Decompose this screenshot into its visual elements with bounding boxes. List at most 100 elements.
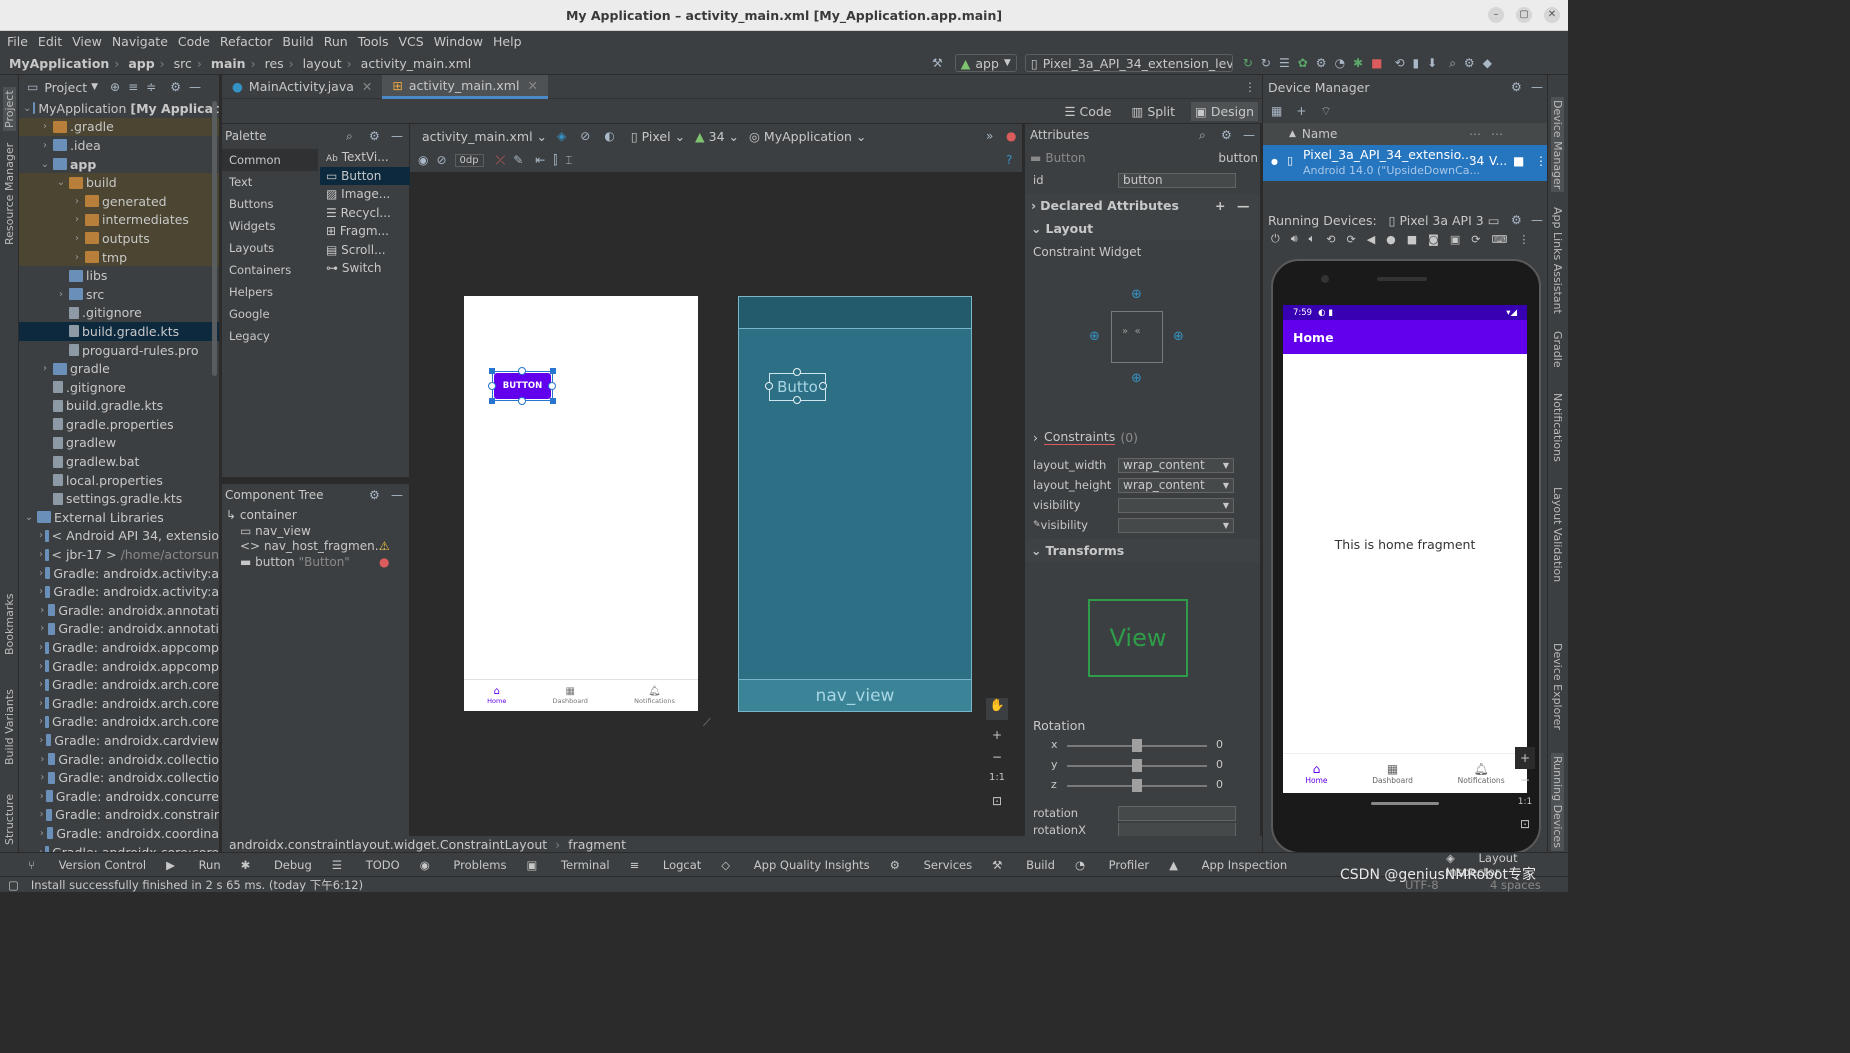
layout-file-dropdown[interactable]: activity_main.xml ⌄ xyxy=(422,129,547,144)
project-tree-item[interactable]: build.gradle.kts xyxy=(19,322,219,341)
blueprint-toggle-icon[interactable]: ⊘ xyxy=(580,129,590,143)
running-devices-tool-button[interactable]: Running Devices xyxy=(1551,753,1564,851)
slider-thumb[interactable] xyxy=(1132,779,1142,792)
chevron-icon[interactable]: › xyxy=(55,289,67,300)
project-tree-item[interactable]: › Gradle: androidx.coordina xyxy=(19,824,219,843)
ctree-item-nav-view[interactable]: ▭ nav_view xyxy=(226,524,386,540)
design-mode-button[interactable]: ▣ Design xyxy=(1191,102,1258,121)
slider-thumb[interactable] xyxy=(1132,739,1142,752)
crumb-project[interactable]: MyApplication xyxy=(9,56,109,71)
power-icon[interactable]: ⏻ xyxy=(1271,232,1280,246)
declared-attributes-section[interactable]: › Declared Attributes + — xyxy=(1025,194,1260,217)
todo-tool[interactable]: ☰ TODO xyxy=(332,858,400,872)
layout-width-dropdown[interactable]: wrap_content ▼ xyxy=(1118,457,1234,473)
menu-code[interactable]: Code xyxy=(178,34,210,49)
gradle-sync-icon[interactable]: ⟲ xyxy=(1394,56,1404,70)
project-tree-item[interactable]: › Gradle: androidx.activity:a xyxy=(19,582,219,601)
canvas-error-icon[interactable]: ● xyxy=(1006,129,1016,143)
project-tree-item[interactable]: ›Gradle: androidx.core:core xyxy=(19,843,219,852)
profiler-tool[interactable]: ◔ Profiler xyxy=(1075,858,1149,872)
volume-up-icon[interactable]: 🔊︎ xyxy=(1291,232,1298,246)
chevron-icon[interactable]: ⌄ xyxy=(55,177,67,188)
design-preview[interactable]: BUTTON ⌂ Home ▦ Dashboard 🔔︎ Notifications xyxy=(464,296,698,711)
device-dropdown[interactable]: ▯ Pixel_3a_API_34_extension_lev xyxy=(1024,54,1233,72)
ctree-item-container[interactable]: ↳ container xyxy=(226,508,386,524)
notifications-tool-button[interactable]: Notifications xyxy=(1551,393,1564,462)
blueprint-anchor-top[interactable] xyxy=(793,368,801,376)
chevron-icon[interactable]: › xyxy=(39,568,43,579)
api-level-dropdown[interactable]: ▲ 34 ⌄ xyxy=(695,129,739,144)
resize-corner-icon[interactable]: ⟋ xyxy=(703,716,715,729)
crumb-src[interactable]: src xyxy=(174,56,192,71)
palette-hide-icon[interactable]: — xyxy=(391,129,403,143)
chevron-icon[interactable]: › xyxy=(39,679,43,690)
crumb-main[interactable]: main xyxy=(211,56,246,71)
design-surface-icon[interactable]: ◈ xyxy=(557,129,566,143)
attributes-settings-icon[interactable]: ⚙ xyxy=(1221,128,1232,142)
device-menu-icon[interactable]: ⋮ xyxy=(1535,154,1547,168)
chevron-icon[interactable]: › xyxy=(39,772,46,783)
baseline-icon[interactable]: ⌶ xyxy=(565,153,572,168)
app-quality-tool[interactable]: ◇ App Quality Insights xyxy=(721,858,869,872)
services-tool[interactable]: ⚙ Services xyxy=(890,858,972,872)
phone-nav-dashboard[interactable]: ▦ Dashboard xyxy=(1372,762,1413,785)
project-tree-item[interactable]: › gradle xyxy=(19,359,219,378)
project-title[interactable]: Project xyxy=(44,80,87,95)
project-tree-item[interactable]: settings.gradle.kts xyxy=(19,489,219,508)
zoom-out-icon[interactable]: − xyxy=(986,750,1008,772)
layout-height-dropdown[interactable]: wrap_content ▼ xyxy=(1118,477,1234,493)
resize-handle[interactable] xyxy=(489,398,495,404)
chevron-icon[interactable]: › xyxy=(71,233,83,244)
structure-tool-button[interactable]: Structure xyxy=(3,794,16,845)
blueprint-anchor-left[interactable] xyxy=(765,382,773,390)
expand-icon[interactable]: » xyxy=(986,129,993,143)
run-config-dropdown[interactable]: ▲ app ▼ xyxy=(954,54,1017,72)
phone-nav-home[interactable]: ⌂ Home xyxy=(1305,762,1327,785)
attach-icon[interactable]: ⚙ xyxy=(1316,56,1327,70)
more-icon[interactable]: ⋮ xyxy=(1518,233,1529,246)
chevron-icon[interactable]: › xyxy=(39,623,46,634)
settings-icon[interactable]: ⚙ xyxy=(1464,56,1475,70)
chevron-icon[interactable]: › xyxy=(39,791,44,802)
palette-cat-legacy[interactable]: Legacy xyxy=(222,325,318,347)
tab-activity-main[interactable]: ⊞ activity_main.xml ✕ xyxy=(382,74,548,99)
project-tree-item[interactable]: › < jbr-17 >/home/actorsun xyxy=(19,545,219,564)
rerun-icon[interactable]: ↻ xyxy=(1243,56,1253,70)
add-attribute-icon[interactable]: + xyxy=(1215,198,1225,213)
hide-icon[interactable]: — xyxy=(189,80,201,94)
palette-item-recyclerview[interactable]: ☰ Recycl... xyxy=(320,204,410,223)
stop-device-icon[interactable]: ■ xyxy=(1513,154,1524,168)
ctree-settings-icon[interactable]: ⚙ xyxy=(369,488,380,502)
maximize-icon[interactable]: ▢ xyxy=(1516,7,1532,23)
palette-item-textview[interactable]: Ab TextVi... xyxy=(320,148,410,167)
volume-down-icon[interactable]: 🔈︎ xyxy=(1309,232,1316,246)
project-tree-item[interactable]: .gitignore xyxy=(19,378,219,397)
project-settings-icon[interactable]: ⚙ xyxy=(170,80,181,94)
project-tree-item[interactable]: › .idea xyxy=(19,136,219,155)
project-tree-item[interactable]: › Gradle: androidx.collectio xyxy=(19,750,219,769)
chevron-icon[interactable]: › xyxy=(39,754,46,765)
minimize-icon[interactable]: – xyxy=(1488,7,1504,23)
chevron-icon[interactable]: › xyxy=(39,661,43,672)
rotate-right-icon[interactable]: ⟳ xyxy=(1346,233,1355,246)
palette-item-button[interactable]: ▭ Button xyxy=(320,166,410,185)
menu-vcs[interactable]: VCS xyxy=(399,34,424,49)
running-device-tab[interactable]: ▯ Pixel 3a API 3 xyxy=(1389,213,1484,228)
device-zoom-fit-icon[interactable]: ⊡ xyxy=(1515,813,1535,835)
project-tree-item[interactable]: › Gradle: androidx.appcomp xyxy=(19,657,219,676)
bookmarks-tool-button[interactable]: Bookmarks xyxy=(3,594,16,655)
constraint-anchor-top[interactable] xyxy=(518,367,526,375)
autoconnect-icon[interactable]: ⊘ xyxy=(436,153,446,167)
locate-icon[interactable]: ⊕ xyxy=(110,80,120,94)
stop-icon[interactable]: ■ xyxy=(1371,56,1382,70)
chevron-icon[interactable]: › xyxy=(39,605,46,616)
project-tree-item[interactable]: › tmp xyxy=(19,247,219,267)
attributes-search-icon[interactable]: ⌕ xyxy=(1199,128,1206,143)
chevron-icon[interactable]: ⌄ xyxy=(23,512,35,523)
device-zoom-reset-button[interactable]: 1:1 xyxy=(1515,791,1535,813)
crumb-file[interactable]: activity_main.xml xyxy=(361,56,472,71)
chevron-icon[interactable]: › xyxy=(71,252,83,263)
menu-help[interactable]: Help xyxy=(493,34,522,49)
add-left-constraint-icon[interactable]: ⊕ xyxy=(1089,329,1100,344)
project-tree-item[interactable]: › < Android API 34, extensio xyxy=(19,527,219,546)
